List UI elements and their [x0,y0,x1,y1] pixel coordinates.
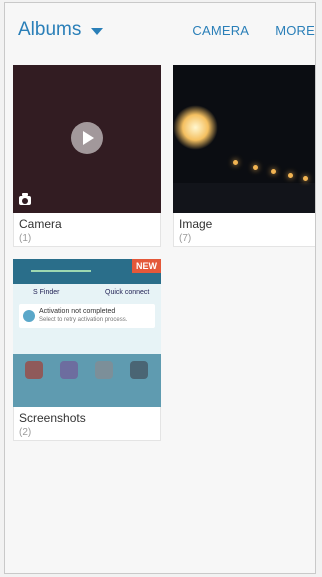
app-icon [95,361,113,379]
header-actions: CAMERA MORE [192,23,315,38]
app-icon [130,361,148,379]
app-header: Albums CAMERA MORE [5,3,315,61]
albums-dropdown[interactable]: Albums [18,19,104,41]
app-icon [60,361,78,379]
notification-icon [23,310,35,322]
horizon [173,183,315,213]
shot-chip: Quick connect [105,289,150,296]
album-count: (7) [179,233,192,244]
album-count: (1) [19,233,32,244]
camera-thumbnail [13,65,161,213]
street-lamp [271,169,276,174]
street-lamp [303,176,308,181]
play-triangle [83,131,94,145]
album-card-screenshots[interactable]: NEW S Finder Quick connect Activation no… [13,259,161,441]
album-name: Screenshots [19,411,86,425]
album-name: Image [179,217,213,231]
shot-chip: S Finder [33,289,60,296]
gallery-screen: Albums CAMERA MORE Camera (1) Image (7) … [4,2,316,574]
camera-icon [19,193,31,205]
app-icon [25,361,43,379]
albums-title: Albums [18,19,82,40]
shot-brightness-bar [31,270,91,272]
album-card-image[interactable]: Image (7) [173,65,315,247]
more-button[interactable]: MORE [275,23,315,38]
image-thumbnail [173,65,315,213]
new-badge: NEW [132,259,161,273]
shot-notification: Activation not completed Select to retry… [19,304,155,328]
album-name: Camera [19,217,62,231]
camera-button[interactable]: CAMERA [192,23,249,38]
screenshots-thumbnail: NEW S Finder Quick connect Activation no… [13,259,161,407]
dropdown-caret-icon [91,27,104,35]
album-card-camera[interactable]: Camera (1) [13,65,161,247]
album-count: (2) [19,427,32,438]
notification-title: Activation not completed [39,308,116,315]
notification-subtitle: Select to retry activation process. [39,317,128,323]
light-glow [173,105,218,150]
street-lamp [253,165,258,170]
street-lamp [233,160,238,165]
street-lamp [288,173,293,178]
